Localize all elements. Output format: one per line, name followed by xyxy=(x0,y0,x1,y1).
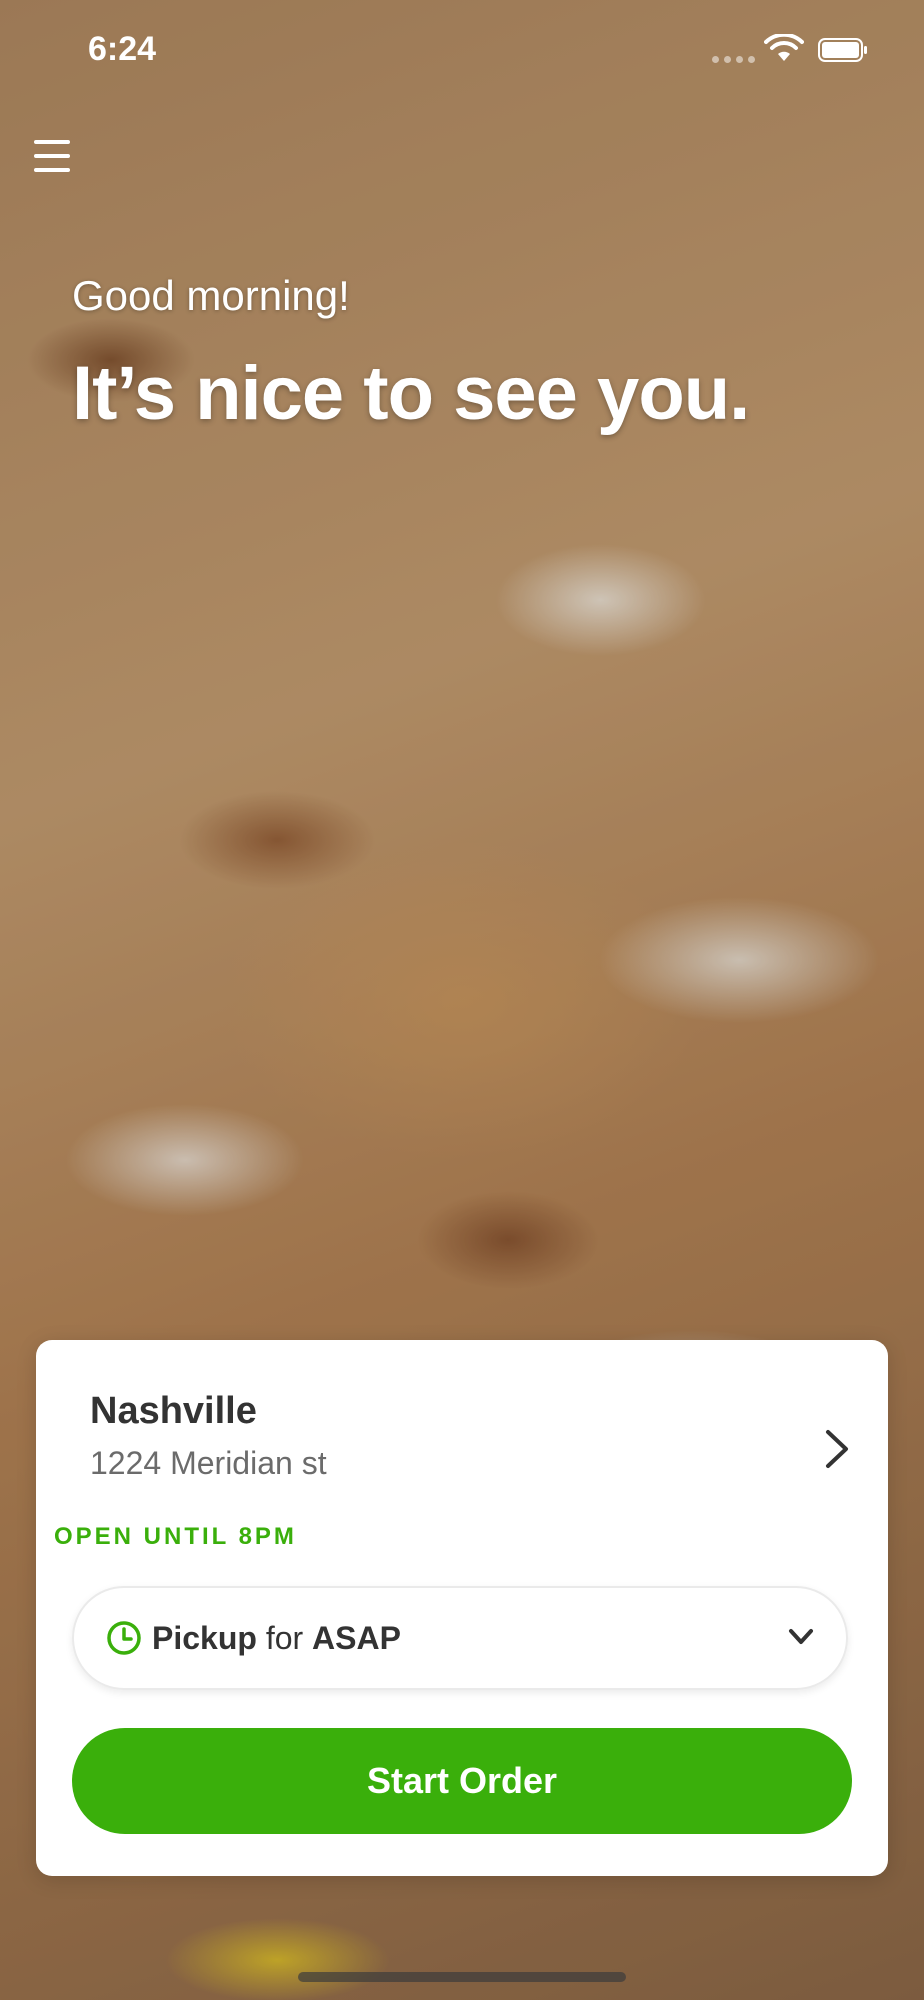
wifi-icon xyxy=(764,34,804,61)
location-address: 1224 Meridian st xyxy=(90,1445,327,1481)
location-name: Nashville xyxy=(90,1390,257,1432)
status-time: 6:24 xyxy=(88,30,157,68)
battery-icon xyxy=(818,38,867,62)
cellular-signal-icon xyxy=(712,56,755,63)
home-screen: 6:24 Good morning! It’s nice to see you.… xyxy=(0,0,924,2000)
order-method: Pickup xyxy=(152,1619,257,1656)
home-indicator[interactable] xyxy=(298,1972,626,1982)
order-card: Nashville 1224 Meridian st Pickup for AS… xyxy=(36,1340,888,1876)
chevron-right-icon xyxy=(826,1430,848,1468)
start-order-button[interactable]: Start Order xyxy=(72,1728,852,1834)
order-connector: for xyxy=(265,1619,304,1656)
hamburger-menu-icon[interactable] xyxy=(34,140,74,176)
status-bar: 6:24 xyxy=(0,0,924,100)
greeting-title: It’s nice to see you. xyxy=(72,351,750,436)
clock-icon xyxy=(107,1621,141,1655)
location-selector[interactable]: Nashville 1224 Meridian st xyxy=(90,1390,850,1510)
order-time: ASAP xyxy=(312,1619,401,1656)
greeting-subtitle: Good morning! xyxy=(72,272,350,319)
chevron-down-icon xyxy=(789,1629,813,1644)
open-status-label: OPEN UNTIL 8PM xyxy=(54,1523,297,1550)
order-mode-dropdown[interactable]: Pickup for ASAP xyxy=(72,1586,848,1690)
order-mode-label: Pickup for ASAP xyxy=(152,1620,401,1657)
